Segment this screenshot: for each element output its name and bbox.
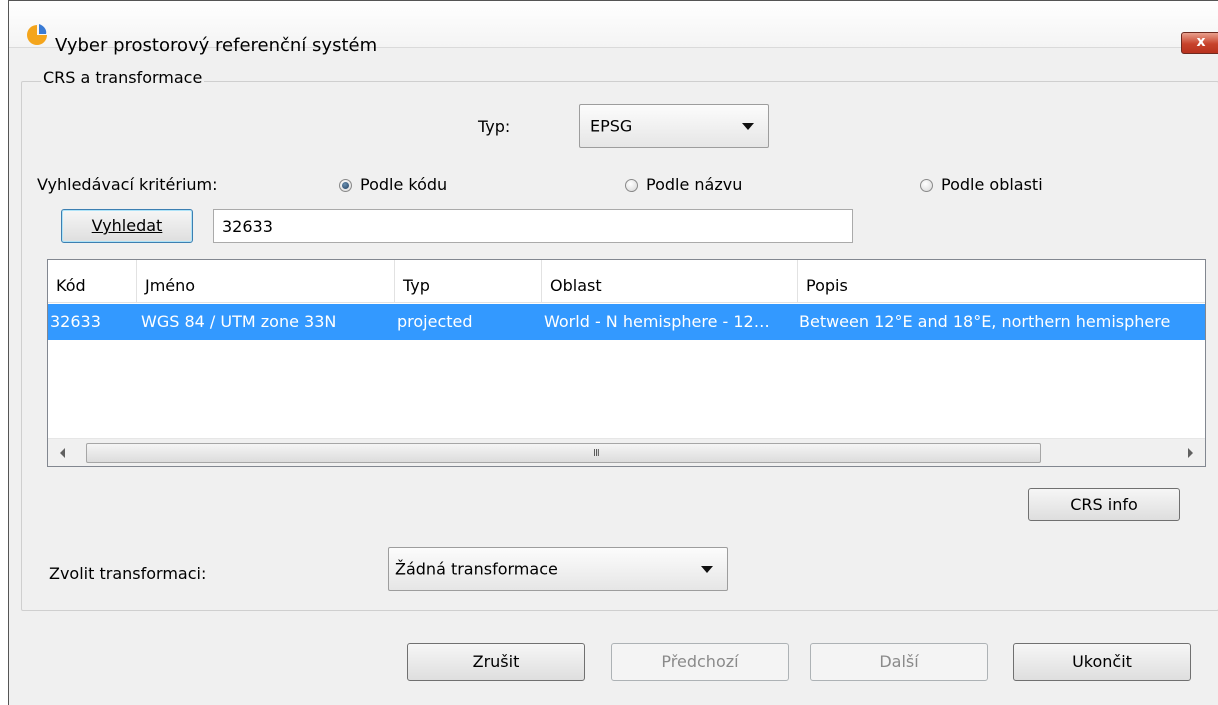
type-dropdown[interactable]: EPSG — [579, 104, 769, 148]
previous-button[interactable]: Předchozí — [611, 643, 789, 681]
finish-button-label: Ukončit — [1072, 652, 1132, 671]
type-dropdown-value: EPSG — [590, 116, 633, 136]
column-header-type[interactable]: Typ — [395, 260, 542, 302]
scrollbar-thumb[interactable]: III — [86, 443, 1041, 463]
crs-dialog: Vyber prostorový referenční systém x CRS… — [8, 0, 1218, 705]
transform-dropdown-value: Žádná transformace — [395, 559, 558, 579]
table-header: Kód Jméno Typ Oblast Popis — [48, 260, 1205, 303]
scroll-left-icon[interactable] — [60, 448, 65, 458]
cell-area: World - N hemisphere - 12… — [544, 312, 770, 331]
cell-name: WGS 84 / UTM zone 33N — [141, 312, 337, 331]
crs-info-button-label: CRS info — [1070, 495, 1138, 514]
radio-by-area-label[interactable]: Podle oblasti — [941, 175, 1043, 194]
close-icon: x — [1196, 34, 1206, 50]
app-logo-icon — [27, 24, 47, 45]
table-row[interactable]: 32633 WGS 84 / UTM zone 33N projected Wo… — [48, 304, 1205, 340]
crs-info-button[interactable]: CRS info — [1028, 488, 1180, 521]
transform-dropdown[interactable]: Žádná transformace — [388, 547, 728, 591]
type-label: Typ: — [478, 117, 511, 136]
transform-label: Zvolit transformaci: — [49, 564, 207, 583]
column-header-description[interactable]: Popis — [798, 260, 1205, 302]
radio-by-name[interactable] — [625, 179, 638, 192]
chevron-down-icon — [701, 566, 713, 573]
next-button[interactable]: Další — [810, 643, 988, 681]
radio-by-code-label[interactable]: Podle kódu — [360, 175, 447, 194]
search-input[interactable] — [213, 209, 853, 243]
column-header-code[interactable]: Kód — [48, 260, 137, 302]
radio-by-name-label[interactable]: Podle názvu — [646, 175, 742, 194]
search-button-label: Vyhledat — [91, 216, 163, 235]
horizontal-scrollbar[interactable]: III — [48, 438, 1205, 466]
search-criterion-label: Vyhledávací kritérium: — [37, 175, 218, 194]
groupbox-title: CRS a transformace — [41, 68, 205, 87]
scroll-right-icon[interactable] — [1188, 448, 1193, 458]
chevron-down-icon — [742, 123, 754, 130]
column-header-area[interactable]: Oblast — [542, 260, 798, 302]
next-button-label: Další — [879, 652, 919, 671]
radio-by-area[interactable] — [920, 179, 933, 192]
cell-type: projected — [397, 312, 473, 331]
finish-button[interactable]: Ukončit — [1013, 643, 1191, 681]
close-button[interactable]: x — [1181, 32, 1218, 54]
title-bar: Vyber prostorový referenční systém x — [9, 1, 1218, 56]
cancel-button-label: Zrušit — [472, 652, 520, 671]
radio-by-code[interactable] — [339, 179, 352, 192]
cell-code: 32633 — [50, 312, 101, 331]
window-title: Vyber prostorový referenční systém — [55, 35, 378, 56]
column-header-name[interactable]: Jméno — [137, 260, 395, 302]
cancel-button[interactable]: Zrušit — [407, 643, 585, 681]
previous-button-label: Předchozí — [661, 652, 739, 671]
scrollbar-grip-icon: III — [593, 448, 600, 459]
crs-results-table: Kód Jméno Typ Oblast Popis 32633 WGS 84 … — [47, 259, 1206, 467]
search-button[interactable]: Vyhledat — [61, 209, 193, 243]
cell-description: Between 12°E and 18°E, northern hemisphe… — [799, 312, 1171, 331]
